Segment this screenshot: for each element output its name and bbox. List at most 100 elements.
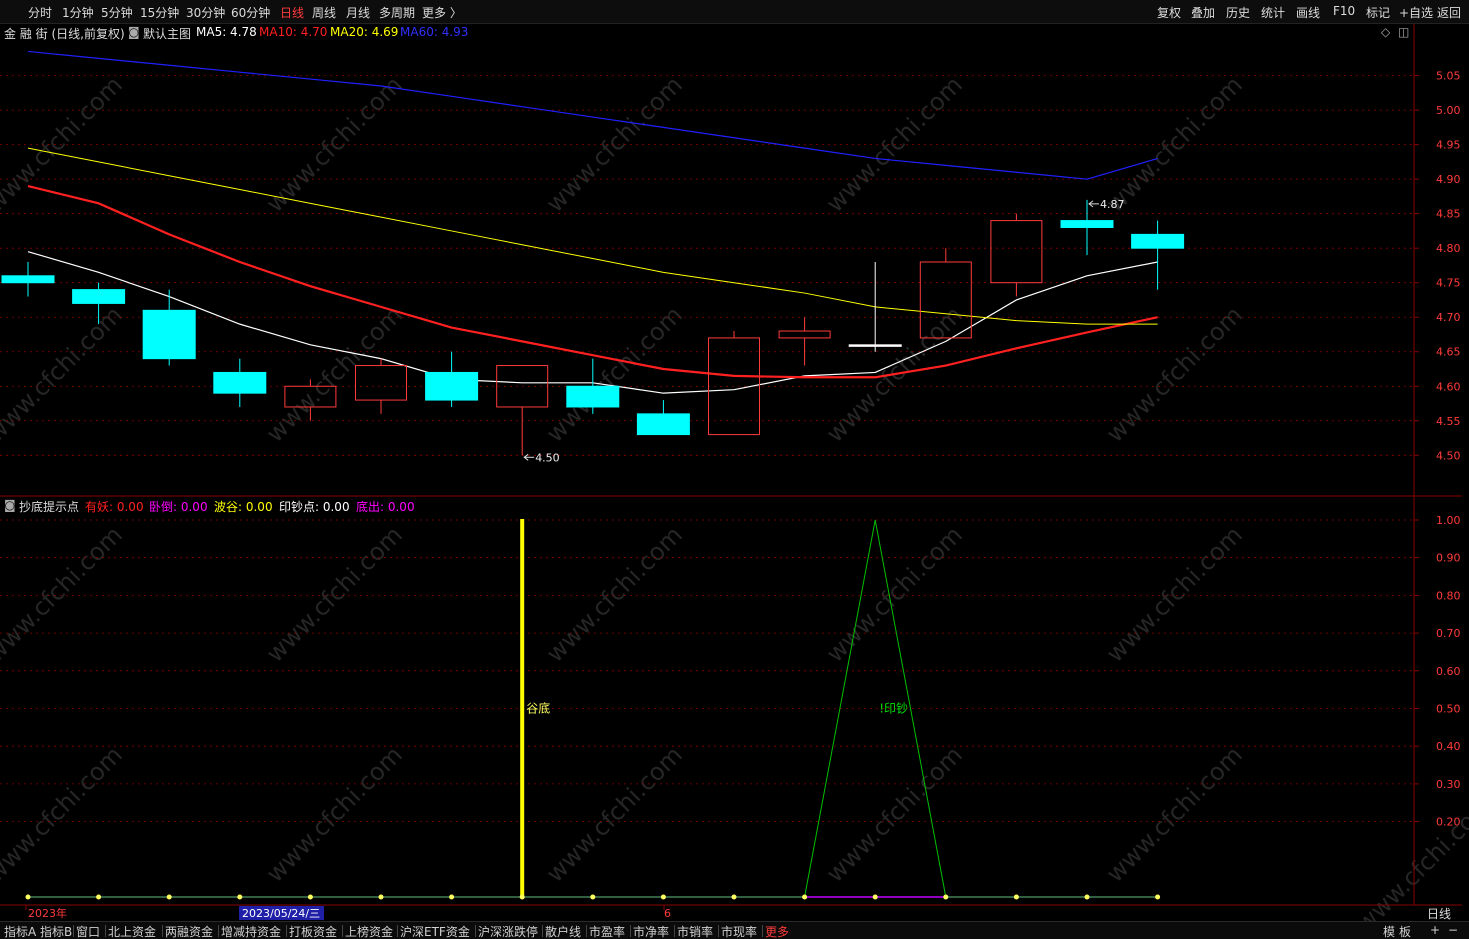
watermark-text: www.cfchi.com: [541, 71, 688, 218]
indicator-tab[interactable]: 窗口: [76, 923, 100, 939]
y-tick-label: 0.50: [1436, 703, 1461, 716]
kline-chart[interactable]: www.cfchi.com www.cfchi.com www.cfchi.com w…: [0, 0, 1469, 921]
y-tick-label: 0.80: [1436, 589, 1461, 602]
crosshair-date-label: 2023/05/24/三: [242, 907, 320, 920]
indicator-tab[interactable]: 北上资金: [108, 923, 156, 939]
signal-dot: [166, 894, 172, 900]
tab-separator: [586, 925, 587, 937]
watermark-text: www.cfchi.com: [541, 521, 688, 668]
watermark-text: www.cfchi.com: [1351, 791, 1469, 921]
y-tick-label: 4.80: [1436, 242, 1461, 255]
indicator-tab[interactable]: 市销率: [677, 923, 713, 939]
y-tick-label: 4.60: [1436, 380, 1461, 393]
signal-dot: [1155, 894, 1161, 900]
candle: [778, 317, 831, 366]
candle: [636, 400, 690, 436]
x-month-label: 6: [664, 907, 671, 920]
indicator-tab[interactable]: 市盈率: [589, 923, 625, 939]
tab-separator: [475, 925, 476, 937]
indicator-tab[interactable]: 沪深ETF资金: [400, 923, 470, 939]
indicator-tab[interactable]: 市净率: [633, 923, 669, 939]
signal-dot: [25, 894, 31, 900]
signal-dot: [1084, 894, 1090, 900]
candle: [355, 358, 407, 414]
tab-separator: [162, 925, 163, 937]
candle: [1, 262, 55, 297]
signal-dot: [590, 894, 596, 900]
panel-control[interactable]: +: [1430, 923, 1440, 937]
valley-bar: [520, 519, 525, 897]
tab-separator: [397, 925, 398, 937]
signal-label: 谷底: [526, 701, 550, 716]
indicator-tab[interactable]: 两融资金: [165, 923, 213, 939]
candle: [425, 351, 479, 407]
tab-separator: [630, 925, 631, 937]
y-tick-label: 4.85: [1436, 208, 1461, 221]
signal-label: !印钞: [879, 701, 908, 716]
indicator-tab[interactable]: 指标B: [40, 923, 72, 939]
indicator-tab[interactable]: 上榜资金: [345, 923, 393, 939]
y-tick-label: 4.65: [1436, 346, 1461, 359]
signal-dot: [1013, 894, 1019, 900]
y-tick-label: 0.60: [1436, 665, 1461, 678]
indicator-tab[interactable]: 沪深涨跌停: [478, 923, 538, 939]
signal-dot: [731, 894, 737, 900]
frame-layer: [0, 24, 1462, 906]
watermark-text: www.cfchi.com: [821, 521, 968, 668]
signal-dot: [872, 894, 878, 900]
signal-dot: [307, 894, 313, 900]
ma10-line: [27, 184, 1158, 379]
watermark-text: www.cfchi.com: [261, 301, 408, 448]
tab-separator: [286, 925, 287, 937]
candle: [142, 289, 196, 366]
indicator-tab[interactable]: 散户线: [545, 923, 581, 939]
indicator-tab[interactable]: 更多: [765, 923, 789, 939]
signal-dot: [660, 894, 666, 900]
candle-body: [1131, 233, 1185, 249]
indicator-tab[interactable]: 指标A: [4, 923, 36, 939]
candle-body: [355, 365, 407, 401]
candle-body: [213, 371, 267, 394]
y-tick-label: 0.30: [1436, 778, 1461, 791]
y-tick-label: 4.70: [1436, 311, 1461, 324]
candle: [213, 358, 267, 407]
indicator-tab[interactable]: 增减持资金: [221, 923, 281, 939]
candle-body: [778, 330, 831, 339]
tab-separator: [105, 925, 106, 937]
y-tick-label: 5.05: [1436, 70, 1461, 83]
tab-separator: [674, 925, 675, 937]
candle-body: [1060, 220, 1114, 228]
y-tick-label: 0.70: [1436, 627, 1461, 640]
panel-control[interactable]: 板: [1399, 923, 1411, 939]
candle-body: [848, 344, 902, 347]
signal-dot: [519, 894, 525, 900]
price-annotation: 4.87: [1100, 198, 1125, 211]
watermark-text: www.cfchi.com: [261, 521, 408, 668]
candle-body: [142, 309, 196, 360]
watermark-text: www.cfchi.com: [0, 741, 128, 888]
candle: [496, 365, 549, 456]
indicator-tab[interactable]: 打板资金: [289, 923, 337, 939]
candle-body: [566, 385, 620, 408]
watermark-text: www.cfchi.com: [0, 301, 128, 448]
grid-layer: [0, 75, 1414, 822]
watermark-text: www.cfchi.com: [0, 521, 128, 668]
x-year-label: 2023年: [28, 906, 67, 920]
tab-separator: [718, 925, 719, 937]
signal-dot: [943, 894, 949, 900]
panel-control[interactable]: −: [1448, 923, 1458, 937]
candle-body: [72, 289, 126, 304]
y-tick-label: 4.50: [1436, 449, 1461, 462]
tab-separator: [73, 925, 74, 937]
y-tick-label: 5.00: [1436, 104, 1461, 117]
indicator-tab[interactable]: 市现率: [721, 923, 757, 939]
y-tick-label: 0.90: [1436, 552, 1461, 565]
candle: [1131, 220, 1185, 290]
y-tick-label: 1.00: [1436, 514, 1461, 527]
candle-body: [1, 275, 55, 284]
ma-lines: [27, 50, 1158, 394]
tab-separator: [342, 925, 343, 937]
signal-dot: [449, 894, 455, 900]
panel-control[interactable]: 模: [1383, 923, 1395, 939]
tab-separator: [542, 925, 543, 937]
